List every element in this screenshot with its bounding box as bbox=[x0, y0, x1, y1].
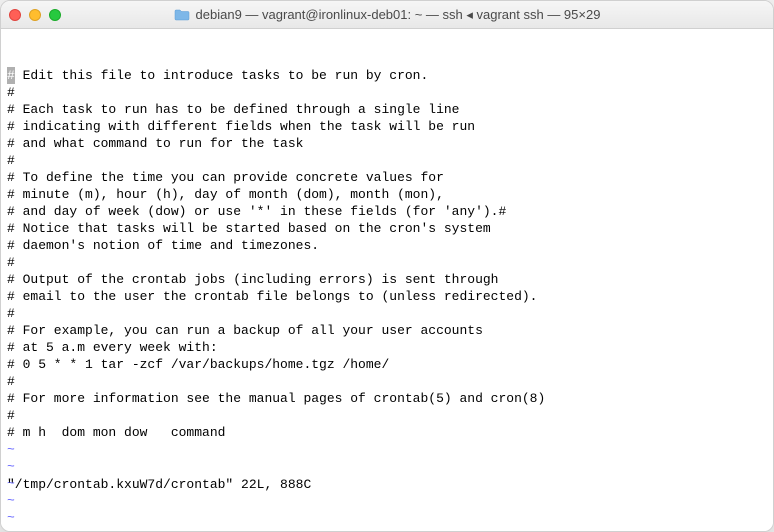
editor-line: # and what command to run for the task bbox=[7, 135, 767, 152]
editor-line: # bbox=[7, 407, 767, 424]
editor-line: # and day of week (dow) or use '*' in th… bbox=[7, 203, 767, 220]
titlebar[interactable]: debian9 — vagrant@ironlinux-deb01: ~ — s… bbox=[1, 1, 773, 29]
cursor: # bbox=[7, 67, 15, 84]
title-content: debian9 — vagrant@ironlinux-deb01: ~ — s… bbox=[1, 7, 773, 23]
editor-line: # Notice that tasks will be started base… bbox=[7, 220, 767, 237]
editor-line: # bbox=[7, 84, 767, 101]
vim-status-line: "/tmp/crontab.kxuW7d/crontab" 22L, 888C bbox=[7, 442, 767, 527]
editor-line: # at 5 a.m every week with: bbox=[7, 339, 767, 356]
editor-line: # email to the user the crontab file bel… bbox=[7, 288, 767, 305]
editor-line: # indicating with different fields when … bbox=[7, 118, 767, 135]
editor-line: # bbox=[7, 254, 767, 271]
editor-line: # For example, you can run a backup of a… bbox=[7, 322, 767, 339]
editor-line: # minute (m), hour (h), day of month (do… bbox=[7, 186, 767, 203]
editor-line: # bbox=[7, 373, 767, 390]
terminal-window: debian9 — vagrant@ironlinux-deb01: ~ — s… bbox=[0, 0, 774, 532]
editor-line: # m h dom mon dow command bbox=[7, 424, 767, 441]
editor-line: # bbox=[7, 305, 767, 322]
maximize-button[interactable] bbox=[49, 9, 61, 21]
close-button[interactable] bbox=[9, 9, 21, 21]
editor-line: # bbox=[7, 152, 767, 169]
minimize-button[interactable] bbox=[29, 9, 41, 21]
editor-line: # daemon's notion of time and timezones. bbox=[7, 237, 767, 254]
editor-line: # To define the time you can provide con… bbox=[7, 169, 767, 186]
folder-icon bbox=[174, 9, 190, 21]
window-title: debian9 — vagrant@ironlinux-deb01: ~ — s… bbox=[196, 7, 601, 23]
editor-line: # 0 5 * * 1 tar -zcf /var/backups/home.t… bbox=[7, 356, 767, 373]
terminal-body[interactable]: # Edit this file to introduce tasks to b… bbox=[1, 29, 773, 531]
window-controls bbox=[9, 9, 61, 21]
editor-line: # Each task to run has to be defined thr… bbox=[7, 101, 767, 118]
editor-line: # For more information see the manual pa… bbox=[7, 390, 767, 407]
editor-line: # Edit this file to introduce tasks to b… bbox=[7, 67, 767, 84]
editor-line: # Output of the crontab jobs (including … bbox=[7, 271, 767, 288]
